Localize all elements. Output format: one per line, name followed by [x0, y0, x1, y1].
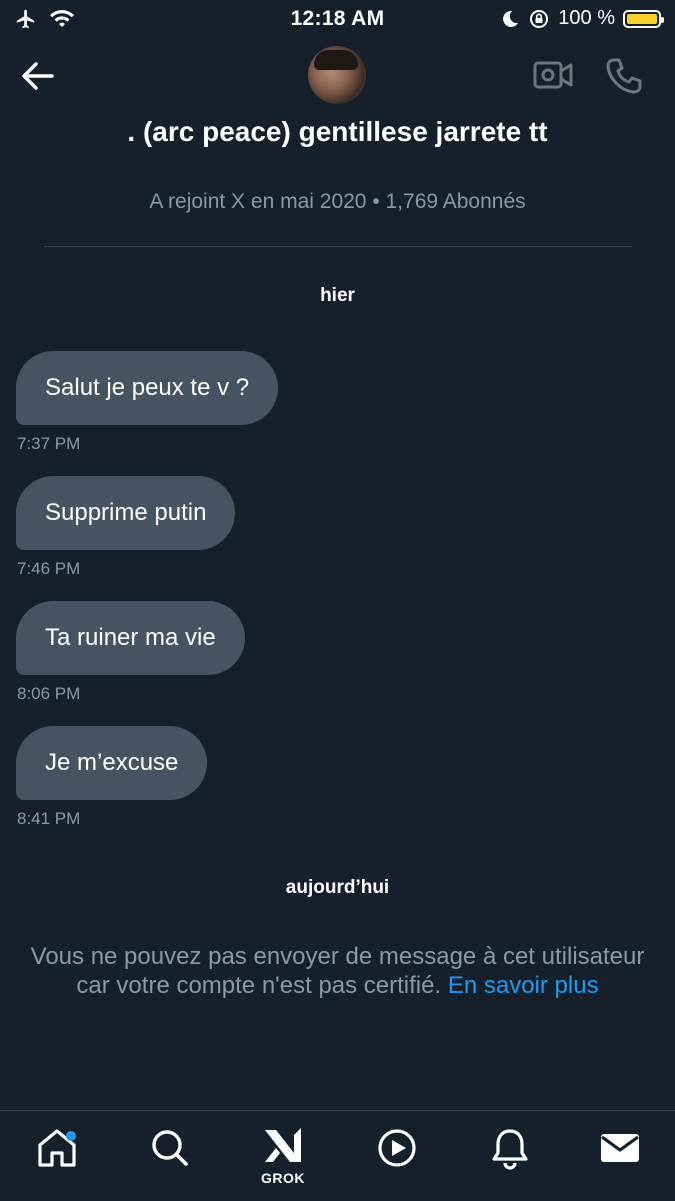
tab-grok[interactable]: GROK	[261, 1126, 305, 1186]
notifications-icon	[492, 1129, 528, 1170]
tab-search[interactable]	[148, 1126, 192, 1170]
video-call-button[interactable]	[532, 58, 574, 92]
video-call-icon	[533, 61, 573, 89]
tab-bar	[0, 1110, 675, 1201]
grok-label: GROK	[261, 1170, 305, 1186]
search-icon	[152, 1130, 188, 1166]
phone-call-button[interactable]	[604, 56, 644, 96]
phone-call-icon	[606, 58, 642, 94]
message-bubble[interactable]: Je m’excuse	[16, 726, 208, 800]
day-label-today: aujourd’hui	[285, 877, 390, 898]
messages-icon	[601, 1134, 639, 1162]
message-bubble[interactable]: Supprime putin	[16, 476, 236, 550]
learn-more-link[interactable]: En savoir plus	[448, 972, 599, 999]
message-time: 8:06 PM	[17, 684, 81, 703]
contact-meta: A rejoint X en mai 2020 • 1,769 Abonnés	[149, 190, 526, 213]
moon-icon	[503, 10, 519, 27]
status-bar: 12:18 AM 100 %	[0, 0, 675, 38]
tab-videos[interactable]	[375, 1126, 419, 1170]
message-time: 7:46 PM	[17, 559, 81, 578]
message-bubble[interactable]: Salut je peux te v ?	[16, 351, 279, 425]
back-arrow-icon	[22, 62, 54, 90]
battery-level	[627, 13, 657, 24]
home-notification-dot	[66, 1131, 76, 1141]
video-play-icon	[378, 1129, 416, 1167]
orientation-lock-icon	[530, 9, 549, 28]
back-button[interactable]	[18, 58, 58, 94]
grok-icon	[265, 1128, 301, 1162]
status-right: 100 %	[500, 7, 664, 30]
message-time: 8:41 PM	[17, 809, 81, 828]
unverified-notice: Vous ne pouvez pas envoyer de message à …	[20, 942, 655, 1000]
header-divider	[44, 246, 632, 247]
battery-icon	[623, 9, 664, 28]
tab-messages[interactable]	[598, 1126, 642, 1170]
avatar[interactable]	[308, 46, 366, 104]
battery-tip	[661, 16, 664, 23]
tab-notifications[interactable]	[488, 1126, 532, 1170]
message-time: 7:37 PM	[17, 434, 81, 453]
message-bubble[interactable]: Ta ruiner ma vie	[16, 601, 245, 675]
day-label-yesterday: hier	[320, 285, 355, 306]
avatar-hair	[314, 50, 358, 70]
contact-name: . (arc peace) gentillese jarrete tt	[127, 116, 548, 147]
battery-percentage: 100 %	[558, 7, 615, 29]
